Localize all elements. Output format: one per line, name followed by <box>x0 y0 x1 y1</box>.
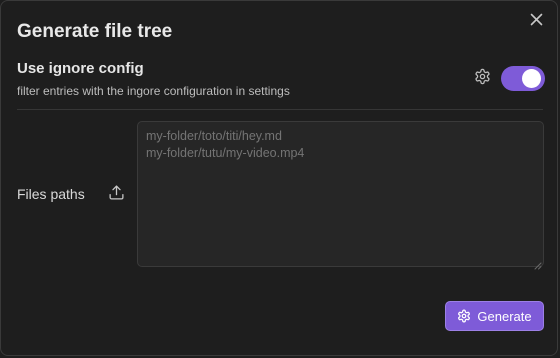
files-paths-label: Files paths <box>17 186 85 202</box>
upload-button[interactable] <box>105 184 127 206</box>
textarea-resize-handle[interactable] <box>534 257 542 270</box>
gear-icon <box>474 68 491 90</box>
generate-button-label: Generate <box>477 308 532 324</box>
upload-icon <box>108 184 125 206</box>
gear-icon <box>457 309 471 323</box>
close-icon <box>530 13 543 31</box>
files-paths-textarea[interactable] <box>137 121 544 267</box>
ignore-config-setting-description: filter entries with the ingore configura… <box>17 84 290 98</box>
generate-button[interactable]: Generate <box>445 301 544 331</box>
ignore-config-setting-name: Use ignore config <box>17 60 144 77</box>
generate-file-tree-dialog: Generate file tree Use ignore config fil… <box>0 0 558 356</box>
dialog-title: Generate file tree <box>17 21 173 42</box>
toggle-knob <box>522 69 541 88</box>
close-button[interactable] <box>525 11 547 33</box>
ignore-config-toggle[interactable] <box>501 66 545 91</box>
ignore-config-settings-button[interactable] <box>472 68 492 90</box>
divider <box>17 109 543 110</box>
